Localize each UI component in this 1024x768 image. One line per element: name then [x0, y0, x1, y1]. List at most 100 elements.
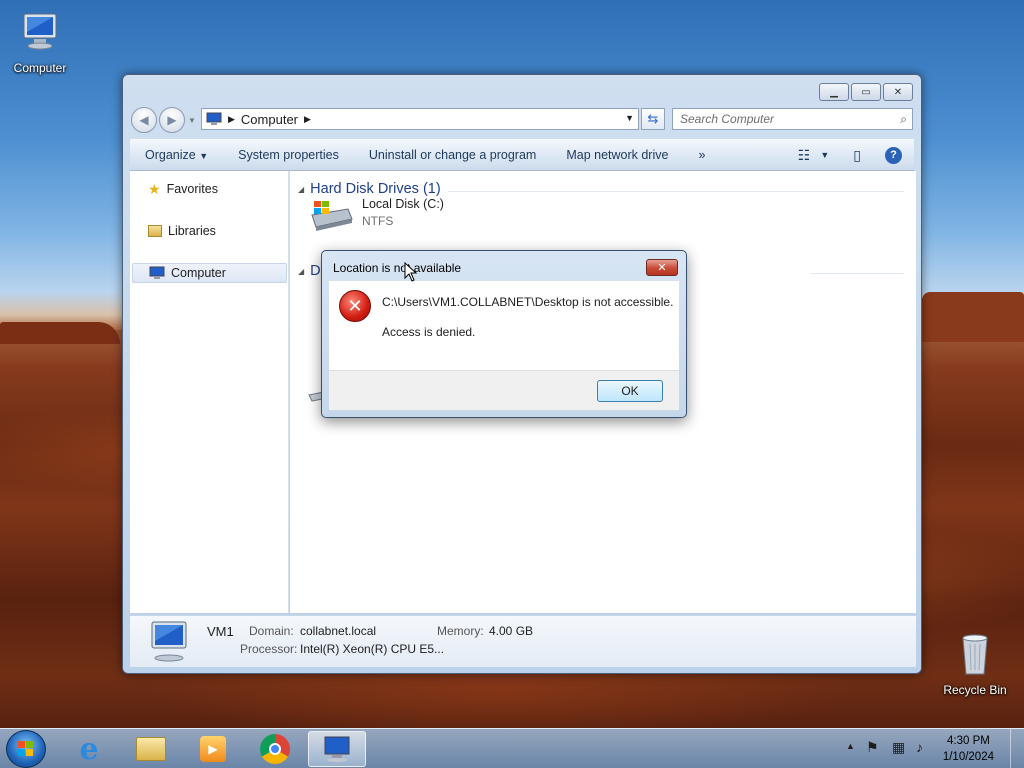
nav-computer[interactable]: Computer	[132, 263, 287, 283]
chevron-down-icon[interactable]: ▼	[820, 150, 829, 160]
recent-pages-icon[interactable]: ▼	[188, 116, 196, 125]
nav-computer-label: Computer	[171, 266, 226, 280]
window-controls: ▁ ▭ ✕	[819, 83, 913, 101]
chrome-icon	[260, 734, 290, 764]
computer-name: VM1	[207, 624, 234, 639]
nav-favorites-label: Favorites	[166, 182, 218, 196]
computer-small-icon	[149, 266, 165, 279]
memory-value: 4.00 GB	[489, 624, 534, 638]
library-icon	[148, 225, 162, 237]
hard-drive-icon	[311, 201, 353, 231]
group-devices-title: D	[310, 263, 321, 279]
breadcrumb-arrow-icon[interactable]: ▶	[304, 114, 311, 125]
navigation-row: ◀ ▶ ▼ ▶ Computer ▶ ▼ ⇆ Search Computer ⌕	[131, 107, 913, 133]
internet-explorer-icon: e	[79, 731, 99, 767]
group-divider	[448, 191, 904, 192]
show-hidden-icons-button[interactable]: ▲	[846, 741, 855, 751]
mouse-cursor-icon	[404, 262, 418, 282]
network-icon[interactable]: ▦	[892, 739, 905, 756]
breadcrumb-arrow-icon[interactable]: ▶	[228, 114, 235, 125]
desktop-recycle-label: Recycle Bin	[943, 683, 1007, 697]
change-view-icon[interactable]: ☷	[798, 147, 811, 164]
help-icon[interactable]: ?	[885, 146, 902, 164]
dialog-title: Location is not available	[333, 261, 462, 275]
desktop-recycle-bin[interactable]: Recycle Bin	[935, 630, 1015, 697]
clock-date: 1/10/2024	[942, 751, 994, 763]
organize-label: Organize	[145, 147, 196, 162]
minimize-button[interactable]: ▁	[819, 83, 849, 101]
map-network-drive-button[interactable]: Map network drive	[551, 148, 683, 162]
drive-filesystem: NTFS	[362, 214, 394, 228]
taskbar-windows-explorer[interactable]	[122, 731, 180, 767]
show-desktop-button[interactable]	[1010, 729, 1024, 768]
domain-label: Domain:	[249, 624, 294, 638]
dialog-body: ✕ C:\Users\VM1.COLLABNET\Desktop is not …	[329, 281, 679, 370]
computer-icon	[324, 736, 350, 762]
wallpaper-mesa-right	[922, 292, 1024, 342]
desktop-computer-icon[interactable]: Computer	[0, 8, 80, 75]
domain-value: collabnet.local	[300, 624, 377, 638]
preview-pane-icon[interactable]: ▯	[853, 147, 861, 164]
nav-favorites[interactable]: ★ Favorites	[132, 179, 287, 199]
maximize-button[interactable]: ▭	[851, 83, 881, 101]
clock-time: 4:30 PM	[947, 735, 990, 747]
memory-label: Memory:	[437, 624, 484, 638]
search-input[interactable]: Search Computer ⌕	[672, 108, 913, 130]
collapse-arrow-icon[interactable]: ◢	[298, 267, 304, 276]
drive-local-disk-c[interactable]: Local Disk (C:) NTFS	[308, 197, 444, 233]
taskbar: e ▶ ▲ ⚑ ▦ ♪ 4:30 PM 1/10/2024	[0, 728, 1024, 768]
group-hdd-title: Hard Disk Drives (1)	[310, 181, 441, 197]
refresh-button[interactable]: ⇆	[641, 108, 665, 130]
forward-button[interactable]: ▶	[159, 107, 185, 133]
error-dialog: Location is not available ✕ ✕ C:\Users\V…	[321, 250, 687, 418]
ok-button[interactable]: OK	[597, 380, 663, 402]
collapse-arrow-icon[interactable]: ◢	[298, 185, 304, 194]
windows-explorer-icon	[136, 737, 166, 761]
computer-icon	[151, 621, 187, 662]
volume-muted-icon[interactable]: ♪	[916, 739, 923, 755]
nav-libraries[interactable]: Libraries	[132, 221, 287, 241]
nav-libraries-label: Libraries	[168, 224, 216, 238]
group-devices-partial[interactable]: ◢ D	[298, 263, 321, 279]
more-commands-button[interactable]: »	[683, 148, 720, 162]
group-divider	[810, 273, 904, 274]
star-icon: ★	[148, 180, 161, 197]
taskbar-chrome[interactable]	[246, 731, 304, 767]
taskbar-internet-explorer[interactable]: e	[60, 731, 118, 767]
processor-label: Processor:	[240, 642, 298, 656]
system-properties-button[interactable]: System properties	[223, 148, 354, 162]
media-player-icon: ▶	[200, 736, 226, 762]
back-button[interactable]: ◀	[131, 107, 157, 133]
wallpaper-mesa-left	[0, 322, 120, 344]
start-button[interactable]	[6, 730, 46, 768]
search-icon[interactable]: ⌕	[900, 112, 907, 127]
organize-button[interactable]: Organize ▼	[130, 148, 223, 162]
taskbar-media-player[interactable]: ▶	[184, 731, 242, 767]
uninstall-program-button[interactable]: Uninstall or change a program	[354, 148, 551, 162]
processor-value: Intel(R) Xeon(R) CPU E5...	[300, 642, 445, 656]
desktop-computer-label: Computer	[13, 61, 67, 75]
recycle-bin-icon	[962, 634, 988, 675]
address-bar[interactable]: ▶ Computer ▶ ▼	[201, 108, 639, 130]
navigation-pane: ★ Favorites Libraries Computer	[130, 171, 289, 613]
search-placeholder: Search Computer	[680, 112, 775, 126]
dialog-detail: Access is denied.	[382, 325, 476, 339]
computer-small-icon	[206, 112, 222, 125]
command-bar: Organize ▼ System properties Uninstall o…	[130, 139, 914, 171]
system-clock[interactable]: 4:30 PM 1/10/2024	[943, 733, 994, 765]
close-window-button[interactable]: ✕	[883, 83, 913, 101]
drive-name: Local Disk (C:)	[362, 197, 444, 211]
dialog-message: C:\Users\VM1.COLLABNET\Desktop is not ac…	[382, 295, 674, 309]
details-pane: VM1 Domain: collabnet.local Memory: 4.00…	[130, 615, 916, 667]
address-dropdown-icon[interactable]: ▼	[625, 113, 634, 123]
view-controls: ☷ ▼ ▯ ?	[798, 139, 914, 171]
dialog-close-button[interactable]: ✕	[646, 259, 678, 276]
breadcrumb-computer[interactable]: Computer	[241, 112, 298, 127]
error-icon: ✕	[339, 290, 371, 322]
taskbar-computer-window[interactable]	[308, 731, 366, 767]
group-hard-disk-drives[interactable]: ◢ Hard Disk Drives (1)	[298, 181, 441, 197]
chevron-down-icon: ▼	[199, 150, 209, 161]
computer-icon	[23, 13, 57, 50]
windows-logo-icon	[18, 741, 33, 756]
action-center-icon[interactable]: ⚑	[866, 739, 879, 756]
